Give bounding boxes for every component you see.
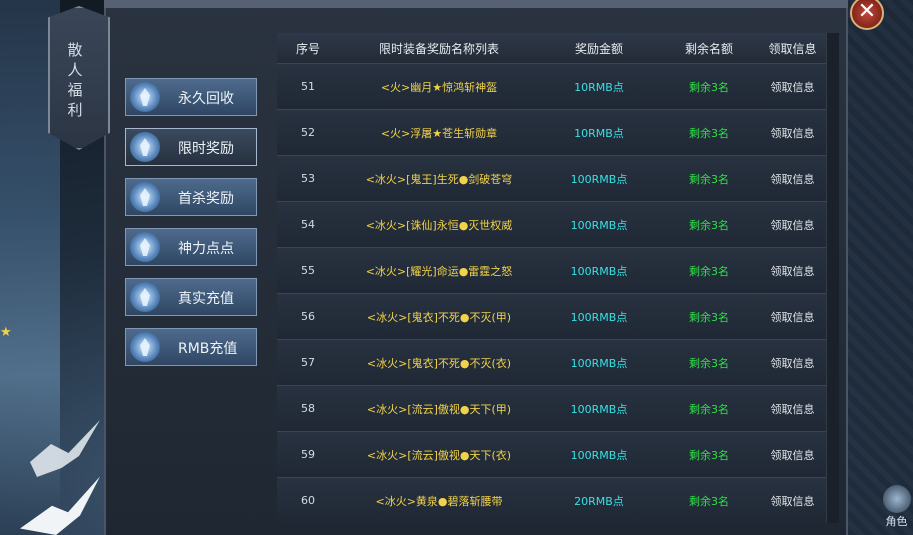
- row-id: 55: [301, 264, 315, 277]
- row-claim-link[interactable]: 领取信息: [759, 355, 826, 371]
- header-id: 序号: [295, 41, 320, 56]
- row-claim-link[interactable]: 领取信息: [759, 125, 826, 141]
- side-menu: 永久回收 限时奖励 首杀奖励 神力点点 真实充值 RMB充值: [125, 78, 259, 378]
- menu-label: 限时奖励: [178, 141, 234, 157]
- menu-label: 神力点点: [178, 241, 234, 257]
- panel-frame-top: [104, 0, 848, 8]
- close-icon: ✕: [857, 0, 877, 24]
- row-claim-link[interactable]: 领取信息: [759, 217, 826, 233]
- row-id: 59: [301, 448, 315, 461]
- table-row: 58 <冰火>[流云]傲视●天下(甲) 100RMB点 剩余3名 领取信息: [277, 385, 826, 431]
- reward-table: 序号 限时装备奖励名称列表 奖励金额 剩余名额 领取信息 51 <火>幽月★惊鸿…: [277, 33, 826, 523]
- title-char: 散: [67, 41, 85, 59]
- title-char: 福: [67, 81, 85, 99]
- row-remaining: 剩余3名: [689, 80, 729, 94]
- row-amount: 100RMB点: [570, 172, 628, 186]
- row-claim-link[interactable]: 领取信息: [759, 493, 826, 509]
- row-remaining: 剩余3名: [689, 402, 729, 416]
- row-name: <冰火>[耀光]命运●雷霆之怒: [365, 264, 513, 278]
- header-remaining: 剩余名额: [684, 41, 733, 56]
- row-remaining: 剩余3名: [689, 448, 729, 462]
- table-row: 57 <冰火>[鬼衣]不死●不灭(衣) 100RMB点 剩余3名 领取信息: [277, 339, 826, 385]
- row-claim-link[interactable]: 领取信息: [759, 447, 826, 463]
- row-id: 56: [301, 310, 315, 323]
- row-remaining: 剩余3名: [689, 172, 729, 186]
- table-row: 54 <冰火>[诛仙]永恒●灭世权威 100RMB点 剩余3名 领取信息: [277, 201, 826, 247]
- row-name: <冰火>[鬼王]生死●剑破苍穹: [365, 172, 513, 186]
- row-amount: 10RMB点: [574, 126, 624, 140]
- row-id: 60: [301, 494, 315, 507]
- row-amount: 100RMB点: [570, 402, 628, 416]
- row-id: 57: [301, 356, 315, 369]
- row-name: <火>幽月★惊鸿斩神盔: [380, 80, 498, 94]
- header-name: 限时装备奖励名称列表: [378, 41, 499, 56]
- star-icon: ★: [0, 325, 12, 340]
- row-amount: 100RMB点: [570, 310, 628, 324]
- emblem-icon: [130, 282, 160, 312]
- row-claim-link[interactable]: 领取信息: [759, 263, 826, 279]
- emblem-icon: [130, 182, 160, 212]
- menu-first-kill-button[interactable]: 首杀奖励: [125, 178, 257, 216]
- row-amount: 20RMB点: [574, 494, 624, 508]
- row-name: <冰火>[鬼衣]不死●不灭(衣): [366, 356, 512, 370]
- row-remaining: 剩余3名: [689, 494, 729, 508]
- table-row: 56 <冰火>[鬼衣]不死●不灭(甲) 100RMB点 剩余3名 领取信息: [277, 293, 826, 339]
- menu-label: 永久回收: [178, 91, 234, 107]
- table-row: 51 <火>幽月★惊鸿斩神盔 10RMB点 剩余3名 领取信息: [277, 63, 826, 109]
- table-row: 60 <冰火>黄泉●碧落斩腰带 20RMB点 剩余3名 领取信息: [277, 477, 826, 523]
- menu-label: 首杀奖励: [178, 191, 234, 207]
- row-id: 53: [301, 172, 315, 185]
- emblem-icon: [130, 82, 160, 112]
- row-name: <冰火>[流云]傲视●天下(甲): [366, 402, 512, 416]
- header-amount: 奖励金额: [574, 41, 623, 56]
- row-remaining: 剩余3名: [689, 264, 729, 278]
- menu-divine-points-button[interactable]: 神力点点: [125, 228, 257, 266]
- row-name: <冰火>[鬼衣]不死●不灭(甲): [366, 310, 512, 324]
- row-claim-link[interactable]: 领取信息: [759, 79, 826, 95]
- emblem-icon: [130, 332, 160, 362]
- row-id: 58: [301, 402, 315, 415]
- menu-rmb-recharge-button[interactable]: RMB充值: [125, 328, 257, 366]
- row-amount: 100RMB点: [570, 218, 628, 232]
- role-button[interactable]: 角色: [880, 485, 913, 535]
- row-remaining: 剩余3名: [689, 218, 729, 232]
- role-label: 角色: [885, 515, 908, 528]
- row-amount: 100RMB点: [570, 264, 628, 278]
- title-char: 人: [67, 61, 85, 79]
- row-amount: 10RMB点: [574, 80, 624, 94]
- menu-label: 真实充值: [178, 291, 234, 307]
- row-amount: 100RMB点: [570, 356, 628, 370]
- row-remaining: 剩余3名: [689, 126, 729, 140]
- row-name: <冰火>[诛仙]永恒●灭世权威: [365, 218, 513, 232]
- row-remaining: 剩余3名: [689, 356, 729, 370]
- row-id: 52: [301, 126, 315, 139]
- row-amount: 100RMB点: [570, 448, 628, 462]
- table-row: 59 <冰火>[流云]傲视●天下(衣) 100RMB点 剩余3名 领取信息: [277, 431, 826, 477]
- title-char: 利: [67, 101, 85, 119]
- menu-real-recharge-button[interactable]: 真实充值: [125, 278, 257, 316]
- character-icon: [882, 485, 911, 513]
- row-name: <冰火>黄泉●碧落斩腰带: [375, 494, 503, 508]
- row-id: 54: [301, 218, 315, 231]
- row-name: <冰火>[流云]傲视●天下(衣): [366, 448, 512, 462]
- row-claim-link[interactable]: 领取信息: [759, 401, 826, 417]
- table-scrollbar[interactable]: [826, 33, 839, 523]
- menu-label: RMB充值: [178, 341, 238, 357]
- row-id: 51: [301, 80, 315, 93]
- emblem-icon: [130, 232, 160, 262]
- emblem-icon: [130, 132, 160, 162]
- table-row: 53 <冰火>[鬼王]生死●剑破苍穹 100RMB点 剩余3名 领取信息: [277, 155, 826, 201]
- table-row: 52 <火>浮屠★苍生斩勋章 10RMB点 剩余3名 领取信息: [277, 109, 826, 155]
- row-claim-link[interactable]: 领取信息: [759, 309, 826, 325]
- menu-timed-reward-button[interactable]: 限时奖励: [125, 128, 257, 166]
- row-remaining: 剩余3名: [689, 310, 729, 324]
- menu-permanent-recycle-button[interactable]: 永久回收: [125, 78, 257, 116]
- row-name: <火>浮屠★苍生斩勋章: [380, 126, 498, 140]
- table-header: 序号 限时装备奖励名称列表 奖励金额 剩余名额 领取信息: [277, 33, 826, 63]
- header-action: 领取信息: [768, 41, 817, 56]
- row-claim-link[interactable]: 领取信息: [759, 171, 826, 187]
- panel-title: 散 人 福 利: [63, 40, 89, 120]
- table-row: 55 <冰火>[耀光]命运●雷霆之怒 100RMB点 剩余3名 领取信息: [277, 247, 826, 293]
